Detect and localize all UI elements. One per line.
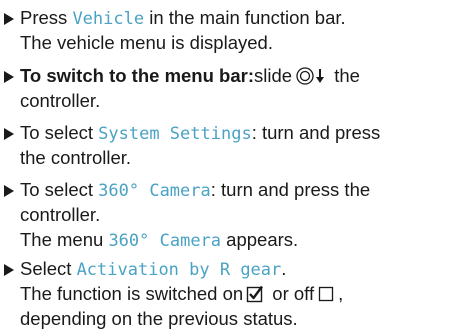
step-3-line-2: the controller.	[20, 147, 132, 168]
bullet-arrow-icon	[4, 264, 14, 276]
step-4-line-3: The menu 360° Camera appears.	[20, 227, 298, 254]
bullet-arrow-icon	[4, 128, 14, 140]
ui-term-360-camera: 360° Camera	[108, 231, 222, 251]
text: Press	[20, 7, 73, 28]
ui-term-360-camera: 360° Camera	[98, 181, 211, 201]
bullet-arrow-icon	[4, 71, 14, 83]
text: ,	[338, 283, 344, 304]
ui-term-vehicle: Vehicle	[72, 9, 145, 29]
text: The function is switched on	[20, 283, 244, 304]
text: the	[329, 65, 360, 86]
controller-icon	[296, 67, 314, 85]
step-2-line-1: To switch to the menu bar:slide the	[20, 63, 360, 88]
ui-term-system-settings: System Settings	[98, 124, 252, 144]
step-2-line-2: controller.	[20, 90, 101, 111]
bullet-arrow-icon	[4, 185, 14, 197]
text: : turn and press	[251, 122, 381, 143]
step-1-line-2: The vehicle menu is displayed.	[20, 32, 273, 53]
text: Select	[20, 258, 77, 279]
step-5-line-3: depending on the previous status.	[20, 308, 298, 329]
step-3-line-1: To select System Settings: turn and pres…	[20, 120, 380, 147]
step-5-line-2: The function is switched on or off,	[20, 281, 343, 306]
step-4-line-1: To select 360° Camera: turn and press th…	[20, 177, 370, 204]
text: or off	[267, 283, 315, 304]
text: : turn and press the	[210, 179, 371, 200]
ui-term-activation-by-r-gear: Activation by R gear	[76, 260, 282, 280]
slide-down-arrow-icon	[315, 66, 325, 84]
step-4-line-2: controller.	[20, 204, 101, 225]
checkbox-unchecked-icon	[317, 284, 335, 302]
text: To select	[20, 122, 99, 143]
step-5-line-1: Select Activation by R gear.	[20, 256, 286, 283]
text: The menu	[20, 229, 109, 250]
checkbox-checked-icon	[246, 284, 264, 303]
text: To select	[20, 179, 99, 200]
step-2-heading: To switch to the menu bar:	[20, 65, 254, 86]
step-1-line-1: Press Vehicle in the main function bar.	[20, 5, 346, 32]
text: in the main function bar.	[144, 7, 346, 28]
text: slide	[254, 65, 293, 86]
bullet-arrow-icon	[4, 13, 14, 25]
text: appears.	[221, 229, 299, 250]
text: .	[281, 258, 287, 279]
